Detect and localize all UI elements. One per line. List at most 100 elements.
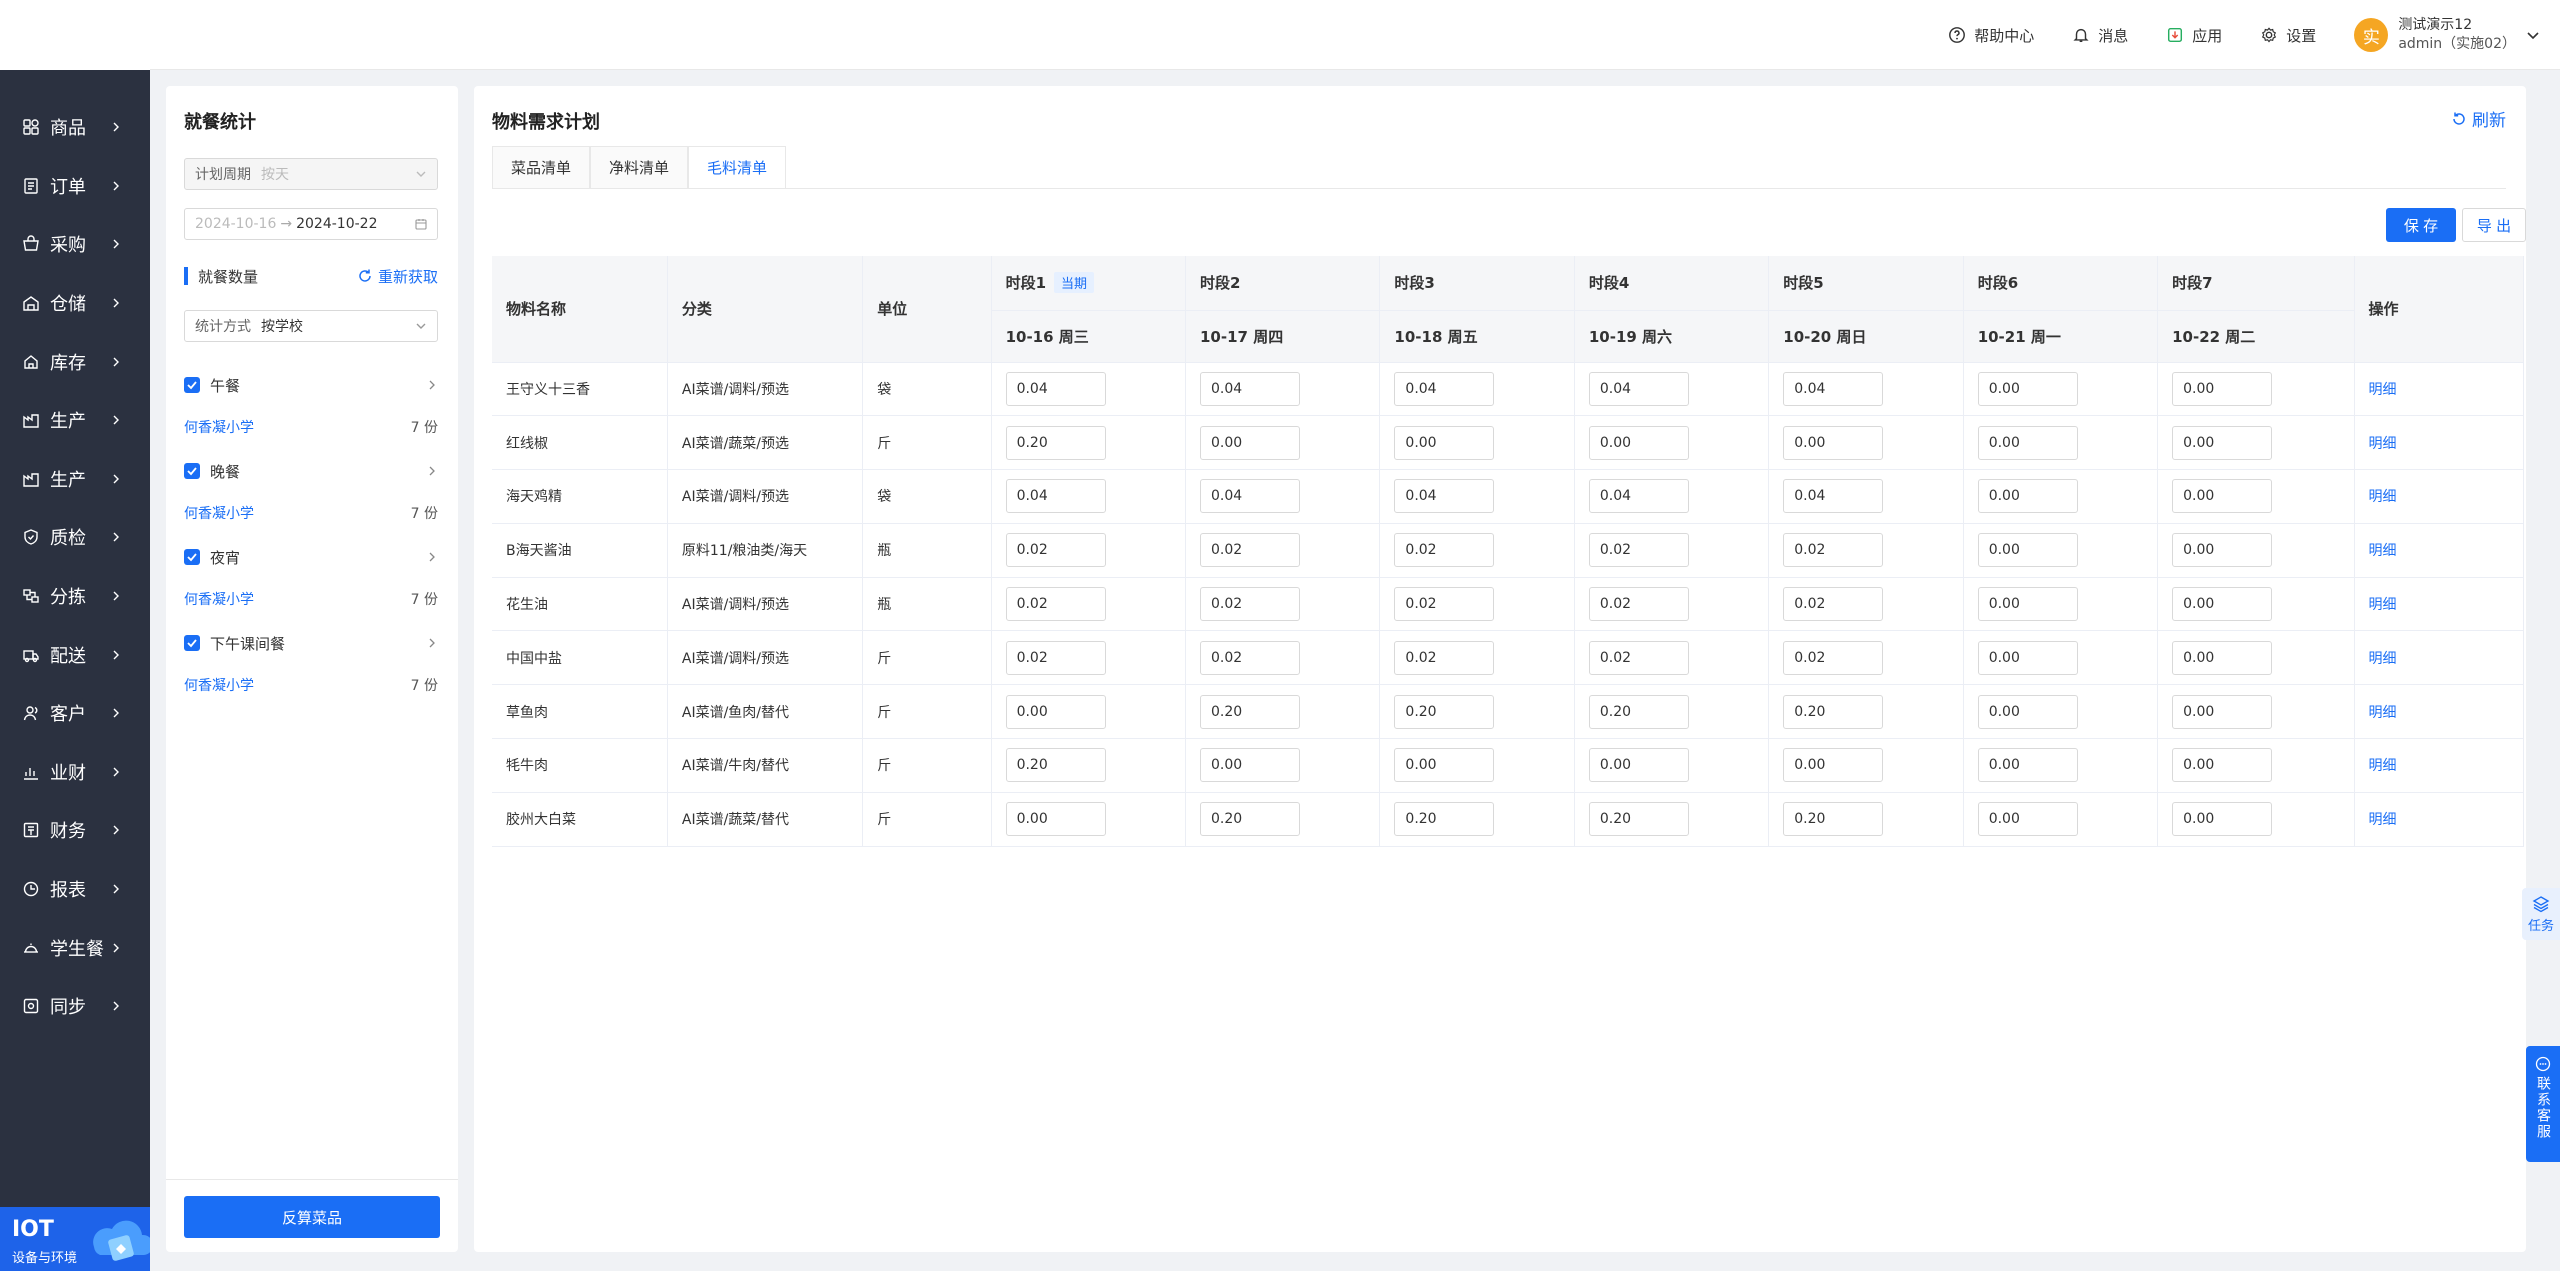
- quantity-input[interactable]: 0.04: [1200, 479, 1300, 514]
- sidebar-item-3[interactable]: 仓储: [0, 274, 150, 333]
- quantity-input[interactable]: 0.00: [1005, 694, 1106, 729]
- quantity-input[interactable]: 0.02: [1588, 587, 1689, 622]
- quantity-input[interactable]: 0.00: [1394, 425, 1495, 460]
- quantity-input[interactable]: 0.20: [1200, 694, 1300, 729]
- quantity-input[interactable]: 0.02: [1005, 533, 1106, 568]
- tab-0[interactable]: 菜品清单: [492, 146, 591, 188]
- sidebar-item-2[interactable]: 采购: [0, 215, 150, 274]
- quantity-input[interactable]: 0.20: [1394, 694, 1495, 729]
- quantity-input[interactable]: 0.20: [1588, 802, 1689, 837]
- detail-link[interactable]: 明细: [2369, 489, 2397, 505]
- sidebar-item-8[interactable]: 分拣: [0, 567, 150, 626]
- meal-row[interactable]: 下午课间餐: [184, 632, 438, 654]
- quantity-input[interactable]: 0.04: [1005, 371, 1106, 406]
- meal-row[interactable]: 晚餐: [184, 460, 438, 482]
- sidebar-item-14[interactable]: 学生餐: [0, 918, 150, 977]
- messages-link[interactable]: 消息: [2072, 25, 2128, 46]
- quantity-input[interactable]: 0.02: [1005, 587, 1106, 622]
- sidebar-item-11[interactable]: 业财: [0, 743, 150, 802]
- quantity-input[interactable]: 0.04: [1783, 479, 1884, 514]
- quantity-input[interactable]: 0.00: [2172, 425, 2273, 460]
- chevron-right-icon[interactable]: [426, 551, 438, 563]
- tab-1[interactable]: 净料清单: [590, 146, 689, 188]
- sidebar-item-13[interactable]: 报表: [0, 860, 150, 919]
- meal-checkbox[interactable]: [184, 463, 200, 479]
- school-name[interactable]: 何香凝小学: [184, 503, 254, 523]
- sidebar-item-5[interactable]: 生产: [0, 391, 150, 450]
- meal-checkbox[interactable]: [184, 549, 200, 565]
- quantity-input[interactable]: 0.00: [2172, 640, 2273, 675]
- quantity-input[interactable]: 0.02: [1005, 640, 1106, 675]
- sidebar-item-1[interactable]: 订单: [0, 157, 150, 216]
- quantity-input[interactable]: 0.00: [1977, 425, 2078, 460]
- quantity-input[interactable]: 0.04: [1394, 371, 1495, 406]
- quantity-input[interactable]: 0.04: [1588, 371, 1689, 406]
- detail-link[interactable]: 明细: [2369, 705, 2397, 721]
- sidebar-item-10[interactable]: 客户: [0, 684, 150, 743]
- quantity-input[interactable]: 0.04: [1588, 479, 1689, 514]
- apps-link[interactable]: 应用: [2166, 25, 2222, 46]
- quantity-input[interactable]: 0.00: [1977, 640, 2078, 675]
- detail-link[interactable]: 明细: [2369, 436, 2397, 452]
- quantity-input[interactable]: 0.00: [1394, 748, 1495, 783]
- quantity-input[interactable]: 0.20: [1783, 802, 1884, 837]
- detail-link[interactable]: 明细: [2369, 758, 2397, 774]
- quantity-input[interactable]: 0.02: [1783, 533, 1884, 568]
- quantity-input[interactable]: 0.04: [1783, 371, 1884, 406]
- stat-method-select[interactable]: 统计方式 按学校: [184, 310, 438, 342]
- sidebar-item-0[interactable]: 商品: [0, 98, 150, 157]
- school-name[interactable]: 何香凝小学: [184, 417, 254, 437]
- quantity-input[interactable]: 0.04: [1394, 479, 1495, 514]
- quantity-input[interactable]: 0.00: [1588, 425, 1689, 460]
- quantity-input[interactable]: 0.20: [1005, 425, 1106, 460]
- chevron-right-icon[interactable]: [426, 465, 438, 477]
- detail-link[interactable]: 明细: [2369, 597, 2397, 613]
- quantity-input[interactable]: 0.20: [1394, 802, 1495, 837]
- sidebar-item-9[interactable]: 配送: [0, 625, 150, 684]
- quantity-input[interactable]: 0.04: [1200, 371, 1300, 406]
- meal-checkbox[interactable]: [184, 377, 200, 393]
- quantity-input[interactable]: 0.00: [2172, 371, 2273, 406]
- quantity-input[interactable]: 0.00: [2172, 694, 2273, 729]
- recalc-dishes-button[interactable]: 反算菜品: [184, 1196, 440, 1238]
- iot-banner[interactable]: IOT 设备与环境: [0, 1207, 150, 1271]
- quantity-input[interactable]: 0.02: [1783, 640, 1884, 675]
- quantity-input[interactable]: 0.02: [1200, 587, 1300, 622]
- school-name[interactable]: 何香凝小学: [184, 675, 254, 695]
- quantity-input[interactable]: 0.02: [1588, 533, 1689, 568]
- quantity-input[interactable]: 0.02: [1200, 533, 1300, 568]
- tab-2[interactable]: 毛料清单: [688, 146, 787, 188]
- meal-checkbox[interactable]: [184, 635, 200, 651]
- save-button[interactable]: 保 存: [2386, 208, 2456, 242]
- user-menu[interactable]: 实 测试演示12 admin（实施02）: [2354, 16, 2540, 54]
- school-name[interactable]: 何香凝小学: [184, 589, 254, 609]
- sidebar-item-4[interactable]: 库存: [0, 332, 150, 391]
- quantity-input[interactable]: 0.00: [1977, 371, 2078, 406]
- chevron-right-icon[interactable]: [426, 379, 438, 391]
- quantity-input[interactable]: 0.20: [1200, 802, 1300, 837]
- meal-row[interactable]: 午餐: [184, 374, 438, 396]
- refetch-button[interactable]: 重新获取: [357, 266, 438, 287]
- plan-cycle-select[interactable]: 计划周期 按天: [184, 158, 438, 190]
- help-center-link[interactable]: 帮助中心: [1948, 25, 2034, 46]
- date-range-picker[interactable]: 2024-10-16 → 2024-10-22: [184, 208, 438, 240]
- sidebar-item-15[interactable]: 同步: [0, 977, 150, 1036]
- quantity-input[interactable]: 0.00: [1977, 479, 2078, 514]
- quantity-input[interactable]: 0.00: [2172, 479, 2273, 514]
- quantity-input[interactable]: 0.04: [1005, 479, 1106, 514]
- meal-row[interactable]: 夜宵: [184, 546, 438, 568]
- quantity-input[interactable]: 0.00: [2172, 533, 2273, 568]
- customer-service-button[interactable]: 联系客服: [2526, 1046, 2560, 1162]
- quantity-input[interactable]: 0.20: [1005, 748, 1106, 783]
- quantity-input[interactable]: 0.00: [2172, 587, 2273, 622]
- quantity-input[interactable]: 0.00: [1783, 748, 1884, 783]
- quantity-input[interactable]: 0.00: [1588, 748, 1689, 783]
- quantity-input[interactable]: 0.00: [2172, 748, 2273, 783]
- task-float-button[interactable]: 任务: [2522, 888, 2560, 940]
- quantity-input[interactable]: 0.02: [1783, 587, 1884, 622]
- detail-link[interactable]: 明细: [2369, 812, 2397, 828]
- quantity-input[interactable]: 0.00: [2172, 802, 2273, 837]
- quantity-input[interactable]: 0.00: [1977, 587, 2078, 622]
- export-button[interactable]: 导 出: [2462, 208, 2526, 242]
- quantity-input[interactable]: 0.00: [1200, 748, 1300, 783]
